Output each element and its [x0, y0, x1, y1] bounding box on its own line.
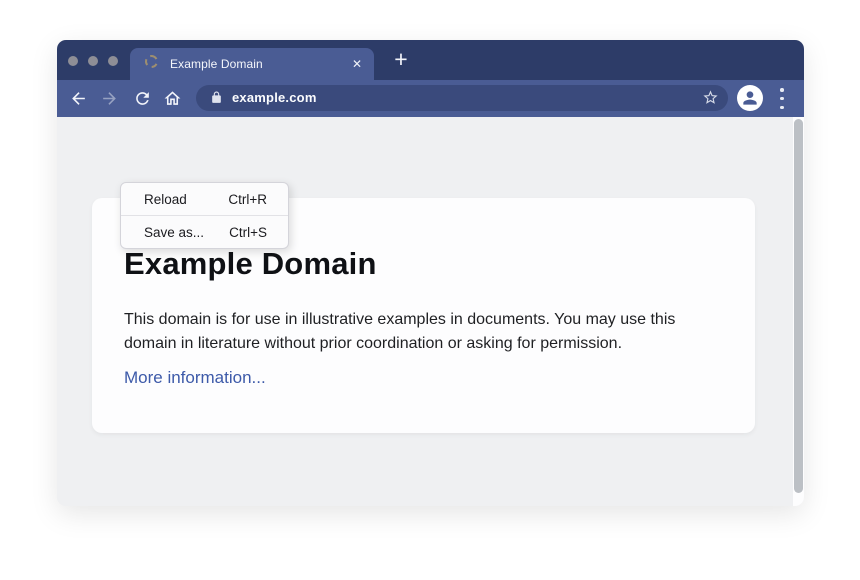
url-text: example.com	[232, 85, 317, 111]
browser-window: Example Domain ✕ + example.com	[57, 40, 804, 506]
context-menu-item-reload[interactable]: Reload Ctrl+R	[121, 183, 288, 215]
scrollbar-thumb[interactable]	[794, 119, 803, 493]
tab-strip: Example Domain ✕ +	[57, 40, 804, 80]
context-menu-item-label: Save as...	[144, 225, 204, 240]
context-menu-item-shortcut: Ctrl+S	[229, 225, 267, 240]
new-tab-button[interactable]: +	[384, 43, 418, 77]
reload-icon[interactable]	[133, 89, 152, 108]
context-menu-item-save-as[interactable]: Save as... Ctrl+S	[121, 216, 288, 248]
profile-avatar[interactable]	[737, 85, 763, 111]
page-paragraph: This domain is for use in illustrative e…	[124, 308, 716, 356]
context-menu: Reload Ctrl+R Save as... Ctrl+S	[120, 182, 289, 249]
lock-icon[interactable]	[210, 91, 223, 104]
window-zoom-button[interactable]	[108, 56, 118, 66]
scrollbar-track	[793, 117, 804, 506]
window-controls	[68, 56, 118, 66]
site-favicon-icon	[145, 55, 158, 68]
page-viewport: Example Domain This domain is for use in…	[57, 117, 804, 506]
context-menu-item-shortcut: Ctrl+R	[228, 192, 267, 207]
context-menu-item-label: Reload	[144, 192, 187, 207]
window-minimize-button[interactable]	[88, 56, 98, 66]
address-bar[interactable]: example.com	[196, 85, 728, 111]
window-close-button[interactable]	[68, 56, 78, 66]
back-icon[interactable]	[69, 89, 88, 108]
page-title: Example Domain	[124, 246, 377, 282]
tab-example-domain[interactable]: Example Domain ✕	[130, 48, 374, 80]
forward-icon[interactable]	[100, 89, 119, 108]
tab-close-icon[interactable]: ✕	[352, 48, 362, 80]
bookmark-star-icon[interactable]	[702, 89, 719, 106]
browser-toolbar: example.com	[57, 80, 804, 117]
browser-menu-icon[interactable]	[776, 88, 788, 109]
tab-title: Example Domain	[170, 48, 263, 80]
home-icon[interactable]	[163, 89, 182, 108]
more-information-link[interactable]: More information...	[124, 366, 266, 390]
